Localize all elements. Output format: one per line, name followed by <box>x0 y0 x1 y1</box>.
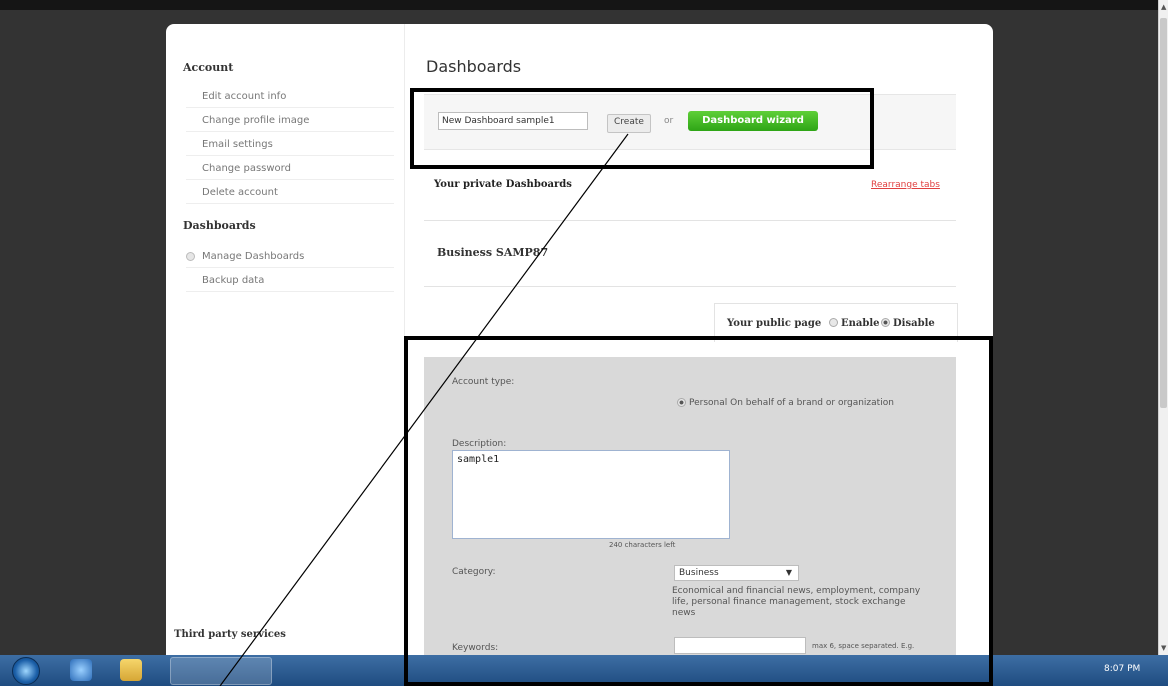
annotation-pointer-line <box>219 133 629 686</box>
